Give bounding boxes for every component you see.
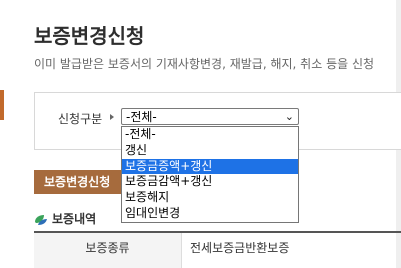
table-header-cell: 보증종류 [34,233,182,268]
bullet-arrow-icon [110,114,114,120]
leaf-icon [35,214,47,225]
dropdown-option-renewal[interactable]: 갱신 [122,143,298,159]
section-title: 보증내역 [52,212,97,226]
type-label: 신청구분 [58,112,103,126]
dropdown-option-landlord-change[interactable]: 임대인변경 [122,206,298,222]
type-select-value: -전체- [126,110,157,124]
table-row: 보증종류 전세보증금반환보증 [34,233,401,268]
page: 보증변경신청 이미 발급받은 보증서의 기재사항변경, 재발급, 해지, 취소 … [0,0,401,268]
dropdown-option-termination[interactable]: 보증해지 [122,190,298,206]
type-dropdown-list: -전체- 갱신 보증금증액+갱신 보증금감액+갱신 보증해지 임대인변경 [121,126,299,223]
left-accent-bar [0,90,4,120]
section-header: 보증내역 [34,210,96,227]
table-value-cell: 전세보증금반환보증 [190,241,290,255]
chevron-down-icon: ⌄ [284,110,294,123]
dropdown-option-all[interactable]: -전체- [122,127,298,143]
dropdown-option-increase-renewal[interactable]: 보증금증액+갱신 [122,158,298,175]
page-title: 보증변경신청 [34,24,145,48]
page-description: 이미 발급받은 보증서의 기재사항변경, 재발급, 해지, 취소 등을 신청 [34,57,375,71]
dropdown-option-decrease-renewal[interactable]: 보증금감액+갱신 [122,174,298,190]
type-select[interactable]: -전체- ⌄ [121,108,299,125]
